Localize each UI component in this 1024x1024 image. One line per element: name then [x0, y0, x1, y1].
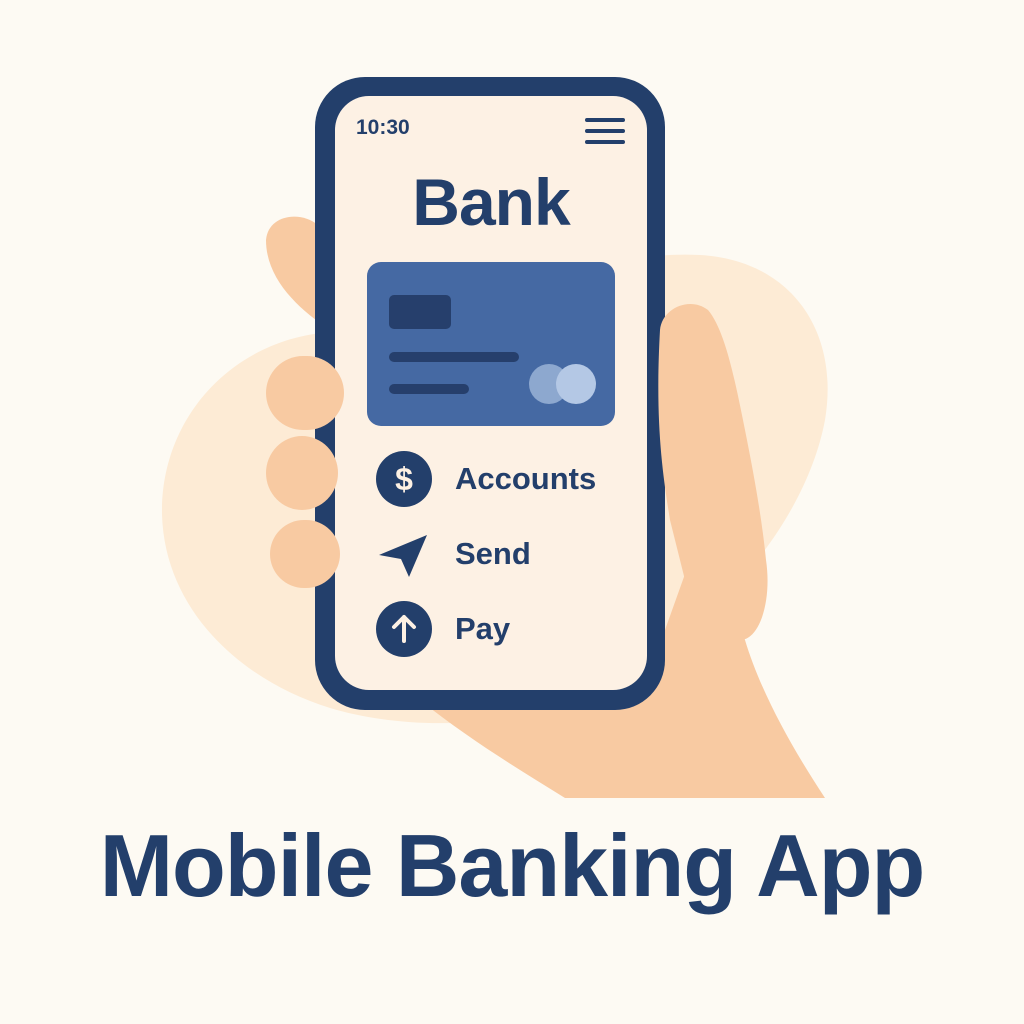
page-title: Mobile Banking App	[99, 816, 926, 915]
hand-finger	[266, 436, 338, 510]
hand-finger	[266, 356, 344, 430]
hand-thumb	[658, 303, 768, 640]
hand-finger	[270, 520, 340, 588]
